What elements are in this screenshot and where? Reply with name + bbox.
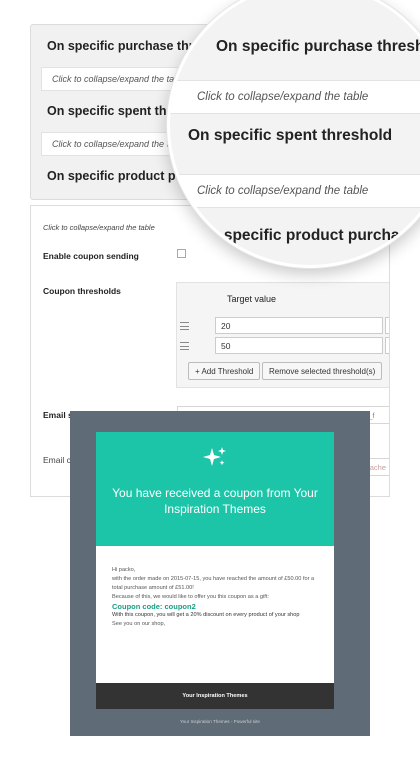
threshold-coupon-cell[interactable]: c: [385, 337, 389, 354]
email-title: You have received a coupon from Your Ins…: [112, 486, 318, 516]
magnifier-lens: On specific purchase threshold Click to …: [167, 0, 420, 268]
email-header: You have received a coupon from Your Ins…: [96, 432, 334, 546]
zoomed-purchase-title: On specific purchase threshold: [216, 38, 420, 55]
zoomed-collapse-toggle: Click to collapse/expand the table: [170, 80, 420, 114]
email-sign-off: See you on our shop,: [112, 621, 166, 627]
add-threshold-button[interactable]: + Add Threshold: [188, 362, 261, 380]
collapse-toggle-product[interactable]: Click to collapse/expand the table: [43, 223, 155, 232]
email-body-text: Because of this, we would like to offer …: [112, 594, 269, 600]
threshold-row: 20 c: [177, 317, 389, 335]
threshold-value-input[interactable]: 20: [215, 317, 383, 334]
zoomed-collapse-toggle: Click to collapse/expand the table: [170, 174, 420, 208]
email-body-text: with the order made on 2015-07-15, you h…: [112, 576, 315, 591]
zoomed-product-title: On specific product purchase: [198, 227, 417, 244]
email-body: Hi packo, with the order made on 2015-07…: [112, 566, 320, 629]
email-powered-by: Your Inspiration Themes - Powerful site: [180, 719, 260, 724]
email-greeting: Hi packo,: [112, 567, 136, 573]
threshold-coupon-cell[interactable]: c: [385, 317, 389, 334]
threshold-value-input[interactable]: 50: [215, 337, 383, 354]
sparkle-icon: [96, 446, 334, 472]
coupon-thresholds-label: Coupon thresholds: [43, 286, 121, 296]
email-footer: Your Inspiration Themes: [96, 683, 334, 709]
enable-coupon-label: Enable coupon sending: [43, 251, 139, 261]
drag-handle-icon[interactable]: [180, 342, 189, 350]
drag-handle-icon[interactable]: [180, 322, 189, 330]
enable-coupon-checkbox[interactable]: [177, 249, 186, 258]
remove-thresholds-button[interactable]: Remove selected threshold(s): [262, 362, 383, 380]
zoomed-spent-title: On specific spent threshold: [188, 127, 393, 144]
coupon-description: With this coupon, you will get a 20% dis…: [112, 612, 300, 618]
threshold-row: 50 c: [177, 337, 389, 355]
coupon-code: Coupon code: coupon2: [112, 602, 196, 611]
email-preview: You have received a coupon from Your Ins…: [96, 432, 334, 709]
screenshot-stage: On specific purchase threshold Click to …: [0, 0, 420, 760]
target-value-header: Target value: [227, 294, 277, 304]
